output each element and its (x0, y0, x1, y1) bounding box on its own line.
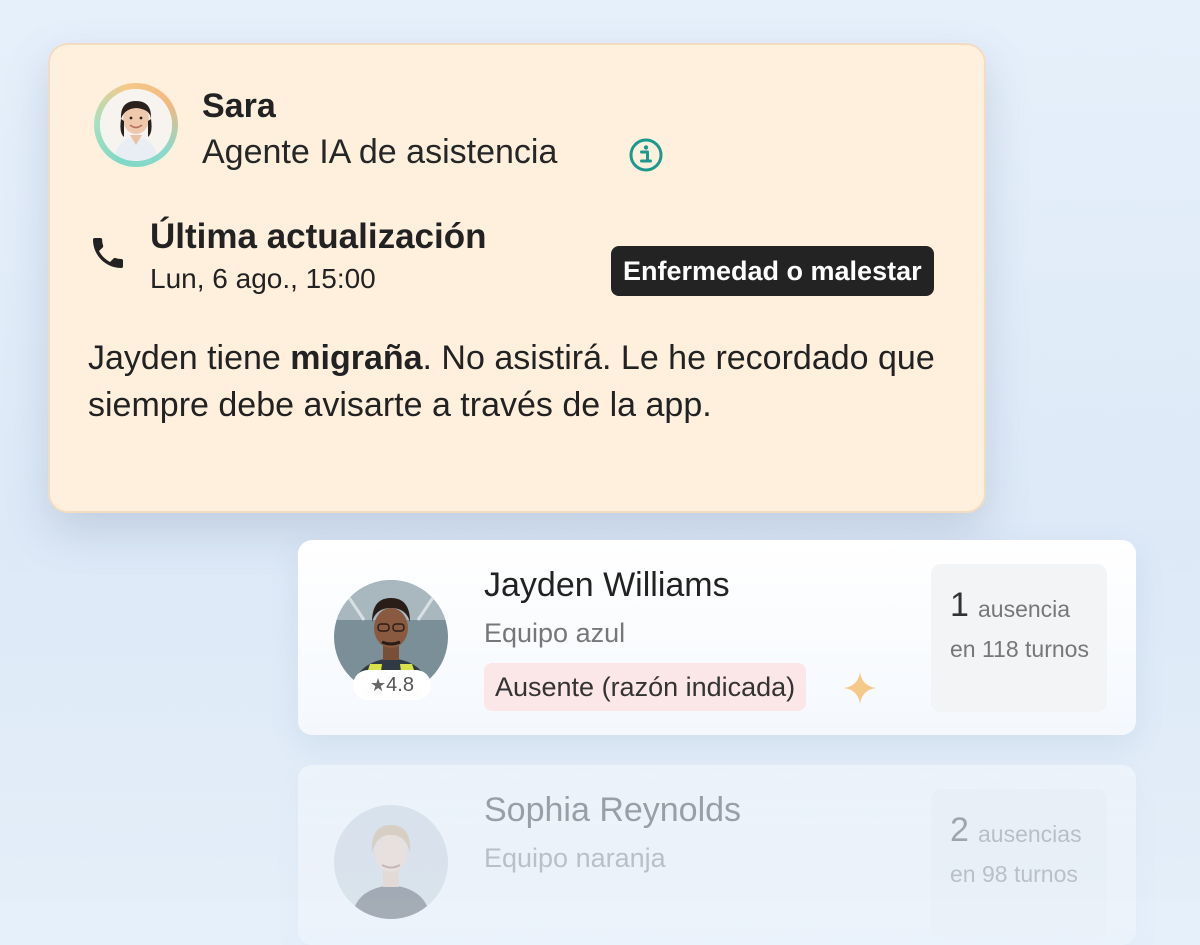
update-title: Última actualización (150, 217, 487, 256)
absence-shift-total: en 98 turnos (950, 861, 1078, 887)
worker-card-sophia[interactable]: Sophia Reynolds Equipo naranja 2 ausenci… (298, 765, 1136, 945)
phone-icon (93, 238, 123, 268)
agent-portrait (100, 89, 172, 161)
worker-avatar (334, 805, 448, 919)
absence-summary: 1 ausencia en 118 turnos (931, 564, 1107, 712)
message-text-start: Jayden tiene (88, 339, 291, 377)
absence-summary: 2 ausencias en 98 turnos (931, 789, 1107, 937)
worker-team: Equipo naranja (484, 843, 666, 873)
worker-name: Jayden Williams (484, 566, 730, 604)
star-icon: ★ (370, 675, 387, 695)
absence-shift-total: en 118 turnos (950, 636, 1089, 662)
absence-count: 1 (950, 586, 969, 624)
update-timestamp: Lun, 6 ago., 15:00 (150, 263, 376, 294)
agent-name: Sara (202, 87, 276, 125)
message-diagnosis: migraña (290, 339, 423, 377)
worker-name: Sophia Reynolds (484, 791, 742, 829)
agent-role: Agente IA de asistencia (202, 133, 558, 171)
worker-team: Equipo azul (484, 618, 626, 648)
absence-label: ausencias (978, 821, 1082, 847)
agent-avatar (94, 83, 178, 167)
reason-badge: Enfermedad o malestar (611, 246, 934, 296)
agent-message: Jayden tiene migraña. No asistirá. Le he… (88, 335, 938, 429)
rating-badge: ★4.8 (353, 670, 431, 700)
absence-label: ausencia (978, 596, 1071, 622)
info-icon[interactable] (628, 137, 664, 173)
sparkle-icon (844, 672, 876, 704)
status-badge: Ausente (razón indicada) (484, 663, 807, 711)
worker-card-jayden[interactable]: ★4.8 Jayden Williams Equipo azul Ausente… (298, 540, 1136, 735)
agent-update-card: Sara Agente IA de asistencia Última actu… (48, 43, 986, 513)
absence-count: 2 (950, 811, 969, 849)
rating-value: 4.8 (386, 674, 414, 696)
